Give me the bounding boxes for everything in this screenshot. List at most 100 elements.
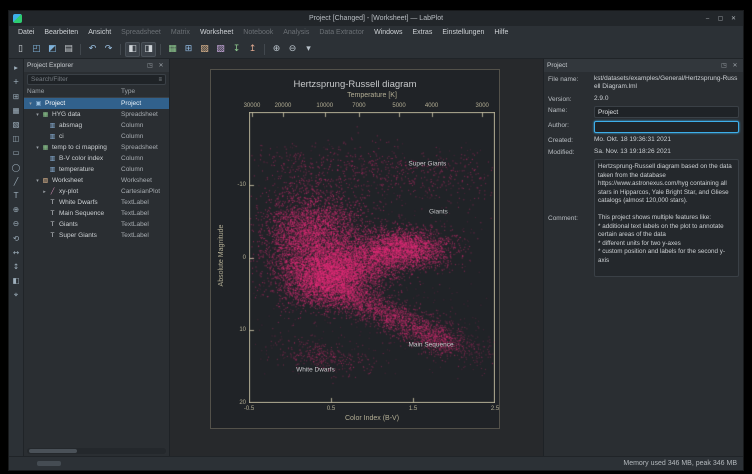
- explorer-hscrollbar[interactable]: [27, 448, 166, 454]
- expander-icon[interactable]: ▾: [34, 112, 41, 118]
- tree-item-temperature[interactable]: ▥temperatureColumn: [24, 164, 169, 175]
- redo-button[interactable]: ↷: [101, 42, 116, 57]
- close-dock-icon[interactable]: ✕: [730, 61, 740, 71]
- column-header-type[interactable]: Type: [121, 88, 135, 95]
- menu-einstellungen[interactable]: Einstellungen: [437, 26, 489, 40]
- import-data-button[interactable]: ↧: [229, 42, 244, 57]
- add-plot-button[interactable]: ⊞: [10, 90, 22, 102]
- hr-scatter-canvas[interactable]: [249, 112, 495, 403]
- float-dock-icon[interactable]: ◳: [145, 61, 155, 71]
- expander-icon[interactable]: ▾: [27, 101, 34, 107]
- tree-item-temp-to-ci-mapping[interactable]: ▾▦temp to ci mappingSpreadsheet: [24, 142, 169, 153]
- new-notebook-button[interactable]: ▨: [213, 42, 228, 57]
- tree-item-label: Main Sequence: [59, 210, 104, 217]
- scale-y-tool-button[interactable]: ↕: [10, 261, 22, 273]
- zoom-in-button[interactable]: ⊕: [269, 42, 284, 57]
- main-toolbar: ▯◰◩▤ ↶↷ ◧◨ ▦⊞▧▨↧↥ ⊕⊖▾: [9, 40, 743, 59]
- new-worksheet-button[interactable]: ▧: [197, 42, 212, 57]
- toolbar-separator: [80, 44, 81, 55]
- annotation-main-sequence[interactable]: Main Sequence: [408, 341, 453, 348]
- save-project-button[interactable]: ◩: [45, 42, 60, 57]
- open-project-button[interactable]: ◰: [29, 42, 44, 57]
- add-worksheet-element-button[interactable]: ▧: [10, 119, 22, 131]
- menu-ansicht[interactable]: Ansicht: [83, 26, 116, 40]
- tree-column-headers[interactable]: Name Type: [24, 87, 169, 98]
- menu-datei[interactable]: Datei: [13, 26, 39, 40]
- tree-item-ci[interactable]: ▥ciColumn: [24, 131, 169, 142]
- zoom-in-tool-button[interactable]: ⊕: [10, 204, 22, 216]
- search-input[interactable]: [31, 76, 158, 83]
- tree-item-giants[interactable]: TGiantsTextLabel: [24, 219, 169, 230]
- annotation-super-giants[interactable]: Super Giants: [408, 161, 446, 168]
- tree-item-absmag[interactable]: ▥absmagColumn: [24, 120, 169, 131]
- tree-item-b-v-color-index[interactable]: ▥B-V color indexColumn: [24, 153, 169, 164]
- target-tool-button[interactable]: ⌖: [10, 289, 22, 301]
- worksheet-view[interactable]: Hertzsprung-Russell diagram Temperature …: [170, 59, 543, 456]
- menu-bearbeiten[interactable]: Bearbeiten: [39, 26, 83, 40]
- tree-item-label: temp to ci mapping: [52, 144, 107, 151]
- menu-worksheet[interactable]: Worksheet: [195, 26, 238, 40]
- expander-icon[interactable]: ▾: [34, 145, 41, 151]
- undo-button[interactable]: ↶: [85, 42, 100, 57]
- titlebar[interactable]: Project [Changed] - [Worksheet] — LabPlo…: [9, 11, 743, 26]
- tree-item-white-dwarfs[interactable]: TWhite DwarfsTextLabel: [24, 197, 169, 208]
- author-field[interactable]: [594, 121, 739, 133]
- worksheet-page[interactable]: Hertzsprung-Russell diagram Temperature …: [210, 69, 500, 429]
- toolbar-separator: [120, 44, 121, 55]
- toggle-properties-explorer-button[interactable]: ◨: [141, 42, 156, 57]
- expander-icon[interactable]: ▾: [34, 178, 41, 184]
- add-rectangle-button[interactable]: ▭: [10, 147, 22, 159]
- toolbar-separator: [264, 44, 265, 55]
- worksheet-icon: ▧: [41, 177, 50, 184]
- expander-icon[interactable]: ▸: [41, 189, 48, 195]
- annotation-giants[interactable]: Giants: [429, 209, 448, 216]
- zoom-out-button[interactable]: ⊖: [285, 42, 300, 57]
- tree-item-hyg-data[interactable]: ▾▦HYG dataSpreadsheet: [24, 109, 169, 120]
- new-project-button[interactable]: ▯: [13, 42, 28, 57]
- filter-options-icon[interactable]: ≡: [158, 77, 162, 83]
- add-line-button[interactable]: ╱: [10, 176, 22, 188]
- tree-item-main-sequence[interactable]: TMain SequenceTextLabel: [24, 208, 169, 219]
- close-window-icon[interactable]: ✕: [728, 13, 739, 24]
- new-matrix-button[interactable]: ⊞: [181, 42, 196, 57]
- comment-textarea[interactable]: Hertzsprung-Russell diagram based on the…: [594, 159, 739, 277]
- new-spreadsheet-button[interactable]: ▦: [165, 42, 180, 57]
- scale-x-tool-button[interactable]: ↔: [10, 246, 22, 258]
- tree-item-xy-plot[interactable]: ▸╱xy-plotCartesianPlot: [24, 186, 169, 197]
- statusbar-slider[interactable]: [37, 461, 61, 466]
- explorer-hscrollbar-handle[interactable]: [29, 449, 77, 453]
- window-controls: –▢✕: [702, 13, 743, 24]
- maximize-window-icon[interactable]: ▢: [715, 13, 726, 24]
- export-data-button[interactable]: ↥: [245, 42, 260, 57]
- tree-item-label: xy-plot: [59, 188, 78, 195]
- add-spreadsheet-button[interactable]: ▦: [10, 105, 22, 117]
- add-ellipse-button[interactable]: ◯: [10, 161, 22, 173]
- project-name-field[interactable]: [594, 106, 739, 118]
- labplot-window: Project [Changed] - [Worksheet] — LabPlo…: [8, 10, 744, 471]
- add-text-label-button[interactable]: T: [10, 190, 22, 202]
- menu-hilfe[interactable]: Hilfe: [489, 26, 513, 40]
- print-button[interactable]: ▤: [61, 42, 76, 57]
- layout-tool-button[interactable]: ◧: [10, 275, 22, 287]
- tree-item-worksheet[interactable]: ▾▧WorksheetWorksheet: [24, 175, 169, 186]
- menu-windows[interactable]: Windows: [369, 26, 407, 40]
- add-image-button[interactable]: ◫: [10, 133, 22, 145]
- annotation-white-dwarfs[interactable]: White Dwarfs: [296, 366, 335, 373]
- crosshair-tool-button[interactable]: +: [10, 76, 22, 88]
- more-dropdown-button[interactable]: ▾: [301, 42, 316, 57]
- menu-extras[interactable]: Extras: [407, 26, 437, 40]
- toggle-project-explorer-button[interactable]: ◧: [125, 42, 140, 57]
- x-axis-title: Color Index (B-V): [249, 415, 495, 422]
- close-dock-icon[interactable]: ✕: [156, 61, 166, 71]
- float-dock-icon[interactable]: ◳: [719, 61, 729, 71]
- reset-zoom-tool-button[interactable]: ⟲: [10, 232, 22, 244]
- minimize-window-icon[interactable]: –: [702, 13, 713, 24]
- tree-item-super-giants[interactable]: TSuper GiantsTextLabel: [24, 230, 169, 241]
- tree-item-project[interactable]: ▾▣ProjectProject: [24, 98, 169, 109]
- column-header-name[interactable]: Name: [27, 88, 44, 95]
- select-tool-button[interactable]: ▸: [10, 62, 22, 74]
- label-icon: T: [48, 221, 57, 228]
- tree-item-label: HYG data: [52, 111, 81, 118]
- zoom-out-tool-button[interactable]: ⊖: [10, 218, 22, 230]
- project-explorer-header: Project Explorer ◳ ✕: [24, 59, 169, 72]
